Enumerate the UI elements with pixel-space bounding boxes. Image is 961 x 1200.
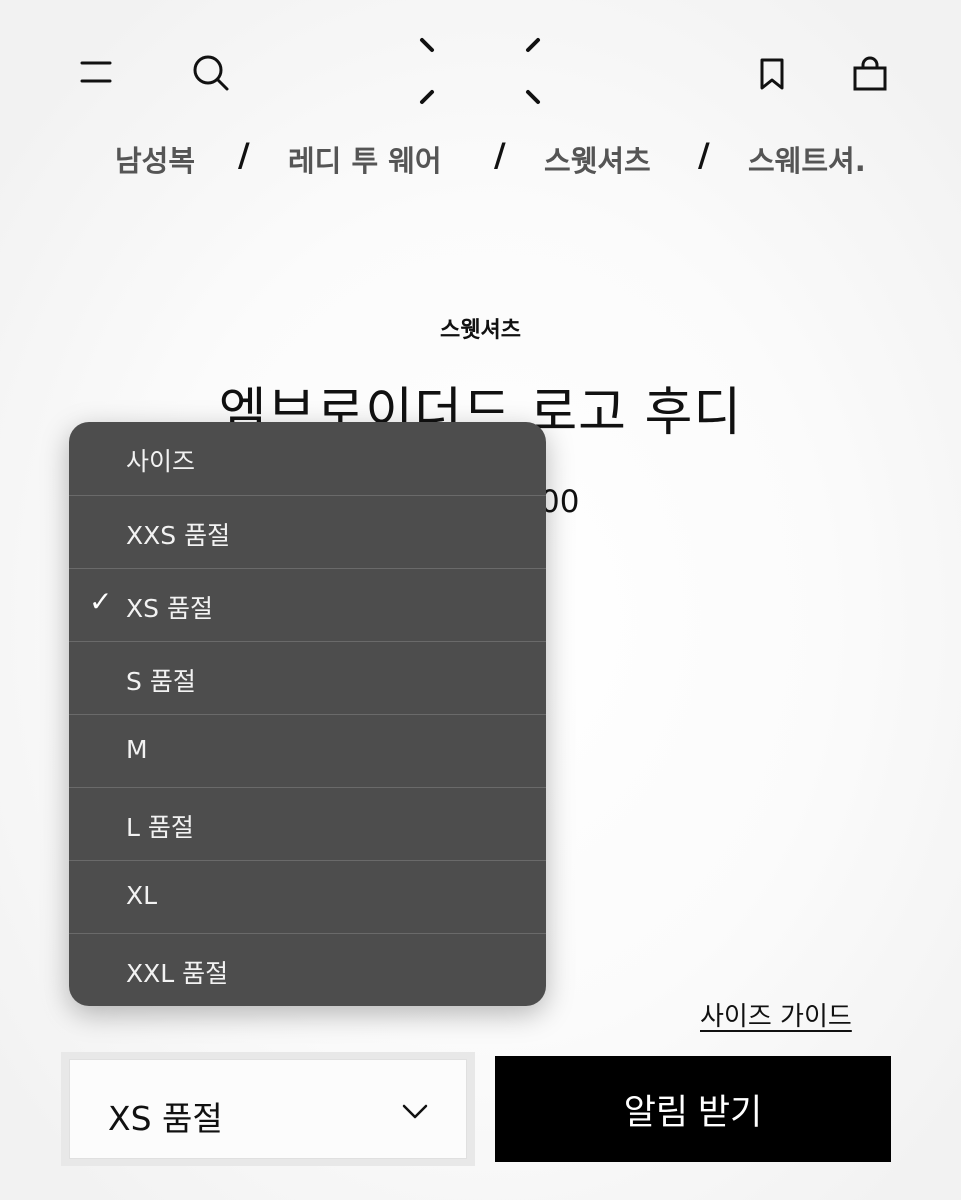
menu-icon bbox=[80, 61, 112, 83]
breadcrumb: 남성복 / 레디 투 웨어 / 스웻셔츠 / 스웨트셔. bbox=[0, 132, 961, 182]
size-option-label: M bbox=[126, 735, 148, 764]
size-option-label: XXS 품절 bbox=[126, 521, 231, 550]
size-option-xxl[interactable]: XXL 품절 bbox=[69, 933, 546, 1006]
size-select-focus-ring: XS 품절 bbox=[61, 1052, 475, 1166]
search-icon bbox=[193, 55, 229, 91]
notify-me-button[interactable]: 알림 받기 bbox=[495, 1056, 891, 1162]
breadcrumb-item-sweatshirt-truncated[interactable]: 스웨트셔. bbox=[748, 138, 878, 180]
shopping-bag-icon bbox=[853, 56, 887, 91]
breadcrumb-separator: / bbox=[238, 136, 250, 174]
size-option-l[interactable]: L 품절 bbox=[69, 787, 546, 861]
size-select[interactable]: XS 품절 bbox=[69, 1059, 467, 1159]
breadcrumb-item-menswear[interactable]: 남성복 bbox=[115, 138, 195, 180]
breadcrumb-separator: / bbox=[494, 136, 506, 174]
size-option-xl[interactable]: XL bbox=[69, 860, 546, 934]
logo-icon bbox=[420, 38, 540, 104]
breadcrumb-item-ready-to-wear[interactable]: 레디 투 웨어 bbox=[288, 138, 442, 180]
size-option-header: 사이즈 bbox=[69, 422, 546, 495]
size-option-label: XL bbox=[126, 881, 158, 910]
size-option-label: L 품절 bbox=[126, 813, 194, 842]
size-option-label: S 품절 bbox=[126, 667, 196, 696]
product-category: 스웻셔츠 bbox=[440, 318, 521, 343]
size-option-xxs[interactable]: XXS 품절 bbox=[69, 495, 546, 569]
size-option-label: XS 품절 bbox=[126, 594, 213, 623]
size-option-label: 사이즈 bbox=[126, 447, 196, 476]
menu-button[interactable] bbox=[72, 48, 120, 96]
size-option-label: XXL 품절 bbox=[126, 959, 229, 988]
size-dropdown-menu: 사이즈 XXS 품절 ✓ XS 품절 S 품절 M L 품절 XL XXL 품절 bbox=[69, 422, 546, 1006]
brand-logo[interactable] bbox=[410, 30, 550, 112]
size-option-s[interactable]: S 품절 bbox=[69, 641, 546, 715]
size-guide-link[interactable]: 사이즈 가이드 bbox=[700, 996, 852, 1033]
checkmark-icon: ✓ bbox=[89, 585, 113, 618]
bookmark-button[interactable] bbox=[748, 50, 796, 98]
top-navigation-bar bbox=[0, 0, 961, 130]
breadcrumb-item-sweatshirts[interactable]: 스웻셔츠 bbox=[544, 138, 651, 180]
search-button[interactable] bbox=[186, 48, 234, 96]
size-select-value: XS 품절 bbox=[108, 1099, 223, 1138]
chevron-down-icon bbox=[402, 1104, 428, 1119]
bookmark-icon bbox=[760, 58, 784, 90]
size-option-xs[interactable]: ✓ XS 품절 bbox=[69, 568, 546, 642]
shopping-bag-button[interactable] bbox=[846, 50, 894, 98]
size-option-m[interactable]: M bbox=[69, 714, 546, 788]
breadcrumb-separator: / bbox=[698, 136, 710, 174]
